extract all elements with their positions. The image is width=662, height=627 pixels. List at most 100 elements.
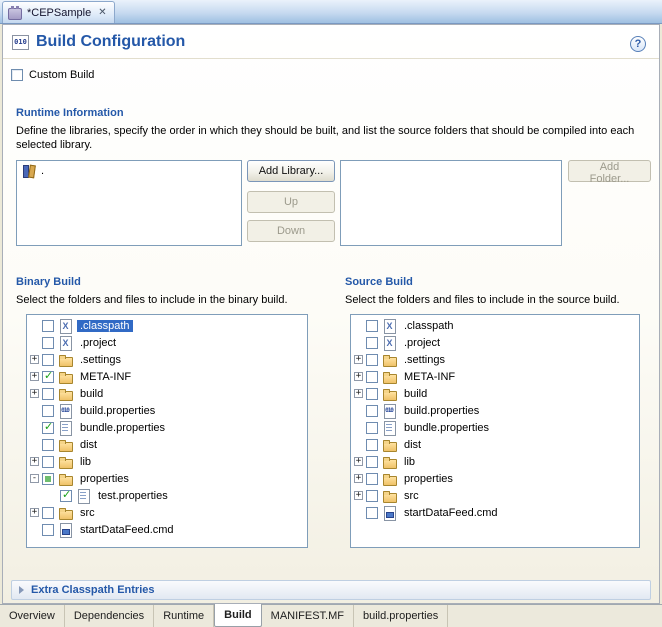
tree-item-label[interactable]: src (77, 507, 98, 519)
item-checkbox[interactable] (366, 455, 378, 468)
expand-toggle-icon[interactable] (30, 474, 39, 483)
tree-item-label[interactable]: .project (401, 337, 443, 349)
help-icon[interactable] (630, 36, 646, 52)
item-checkbox[interactable] (42, 404, 54, 417)
tree-row[interactable]: META-INF (351, 368, 639, 385)
tree-item-label[interactable]: startDataFeed.cmd (77, 524, 177, 536)
tree-item-label[interactable]: bundle.properties (77, 422, 168, 434)
tree-row[interactable]: .project (27, 334, 307, 351)
tree-item-label[interactable]: bundle.properties (401, 422, 492, 434)
tree-item-label[interactable]: build (401, 388, 430, 400)
tree-row[interactable]: .project (351, 334, 639, 351)
item-checkbox[interactable] (42, 353, 54, 366)
tree-row[interactable]: .classpath (27, 317, 307, 334)
tree-item-label[interactable]: test.properties (95, 490, 171, 502)
expand-toggle-icon[interactable] (354, 372, 363, 381)
tree-item-label[interactable]: dist (77, 439, 100, 451)
tree-row[interactable]: build (27, 385, 307, 402)
tree-item-label[interactable]: .settings (77, 354, 124, 366)
tree-item-label[interactable]: .project (77, 337, 119, 349)
expand-toggle-icon[interactable] (30, 508, 39, 517)
item-checkbox[interactable] (366, 472, 378, 485)
tree-item-label[interactable]: lib (77, 456, 94, 468)
tree-row[interactable]: bundle.properties (27, 419, 307, 436)
tree-item-label[interactable]: build (77, 388, 106, 400)
library-list-item[interactable]: . (17, 163, 241, 178)
source-build-tree[interactable]: .classpath .project .settings (350, 314, 640, 548)
page-tab[interactable]: Overview (0, 605, 65, 627)
tree-item-label[interactable]: dist (401, 439, 424, 451)
tree-row[interactable]: properties (27, 470, 307, 487)
tree-row[interactable]: lib (351, 453, 639, 470)
item-checkbox[interactable] (366, 421, 378, 434)
editor-tab[interactable]: *CEPSample (2, 1, 115, 23)
item-checkbox[interactable] (366, 370, 378, 383)
add-library-button[interactable]: Add Library... (247, 160, 335, 182)
item-checkbox[interactable] (366, 353, 378, 366)
tree-item-label[interactable]: .settings (401, 354, 448, 366)
page-tab[interactable]: Dependencies (65, 605, 155, 627)
item-checkbox[interactable] (42, 319, 54, 332)
tree-row[interactable]: build.properties (351, 402, 639, 419)
item-checkbox[interactable] (366, 387, 378, 400)
item-checkbox[interactable] (42, 420, 54, 434)
tree-item-label[interactable]: properties (401, 473, 456, 485)
tree-row[interactable]: build (351, 385, 639, 402)
expand-toggle-icon[interactable] (354, 457, 363, 466)
expand-toggle-icon[interactable] (30, 457, 39, 466)
expand-toggle-icon[interactable] (354, 355, 363, 364)
tree-row[interactable]: startDataFeed.cmd (351, 504, 639, 521)
item-checkbox[interactable] (42, 455, 54, 468)
tree-row[interactable]: .settings (27, 351, 307, 368)
tree-item-label[interactable]: META-INF (77, 371, 134, 383)
tree-item-label[interactable]: lib (401, 456, 418, 468)
tree-row[interactable]: .settings (351, 351, 639, 368)
tree-row[interactable]: startDataFeed.cmd (27, 521, 307, 538)
extra-classpath-section-header[interactable]: Extra Classpath Entries (11, 580, 651, 600)
expand-toggle-icon[interactable] (354, 474, 363, 483)
tree-row[interactable]: META-INF (27, 368, 307, 385)
item-checkbox[interactable] (42, 523, 54, 536)
item-checkbox[interactable] (42, 387, 54, 400)
item-checkbox[interactable] (366, 506, 378, 519)
item-checkbox[interactable] (366, 404, 378, 417)
item-checkbox[interactable] (42, 369, 54, 383)
source-folder-list[interactable] (340, 160, 562, 246)
page-tab[interactable]: Build (214, 604, 262, 627)
expand-toggle-icon[interactable] (30, 355, 39, 364)
item-checkbox[interactable] (366, 438, 378, 451)
page-tab[interactable]: MANIFEST.MF (262, 605, 354, 627)
binary-build-tree[interactable]: .classpath .project .settings (26, 314, 308, 548)
tree-row[interactable]: src (351, 487, 639, 504)
item-checkbox[interactable] (42, 506, 54, 519)
tree-row[interactable]: build.properties (27, 402, 307, 419)
expand-toggle-icon[interactable] (354, 389, 363, 398)
expand-toggle-icon[interactable] (30, 372, 39, 381)
page-tab[interactable]: Runtime (154, 605, 215, 627)
tree-row[interactable]: dist (351, 436, 639, 453)
tree-item-label[interactable]: build.properties (77, 405, 158, 417)
close-icon[interactable] (98, 8, 106, 18)
tree-row[interactable]: lib (27, 453, 307, 470)
tree-row[interactable]: properties (351, 470, 639, 487)
item-checkbox[interactable] (366, 489, 378, 502)
tree-row[interactable]: test.properties (27, 487, 307, 504)
tree-row[interactable]: src (27, 504, 307, 521)
item-checkbox[interactable] (42, 336, 54, 349)
tree-row[interactable]: dist (27, 436, 307, 453)
tree-item-label[interactable]: build.properties (401, 405, 482, 417)
tree-item-label[interactable]: META-INF (401, 371, 458, 383)
tree-item-label[interactable]: src (401, 490, 422, 502)
tree-item-label[interactable]: properties (77, 473, 132, 485)
expand-toggle-icon[interactable] (354, 491, 363, 500)
item-checkbox[interactable] (366, 336, 378, 349)
item-checkbox[interactable] (60, 488, 72, 502)
page-tab[interactable]: build.properties (354, 605, 449, 627)
custom-build-checkbox[interactable] (11, 69, 23, 81)
tree-row[interactable]: .classpath (351, 317, 639, 334)
library-list[interactable]: . (16, 160, 242, 246)
item-checkbox[interactable] (42, 438, 54, 451)
item-checkbox[interactable] (42, 472, 54, 485)
expand-toggle-icon[interactable] (30, 389, 39, 398)
tree-item-label[interactable]: startDataFeed.cmd (401, 507, 501, 519)
